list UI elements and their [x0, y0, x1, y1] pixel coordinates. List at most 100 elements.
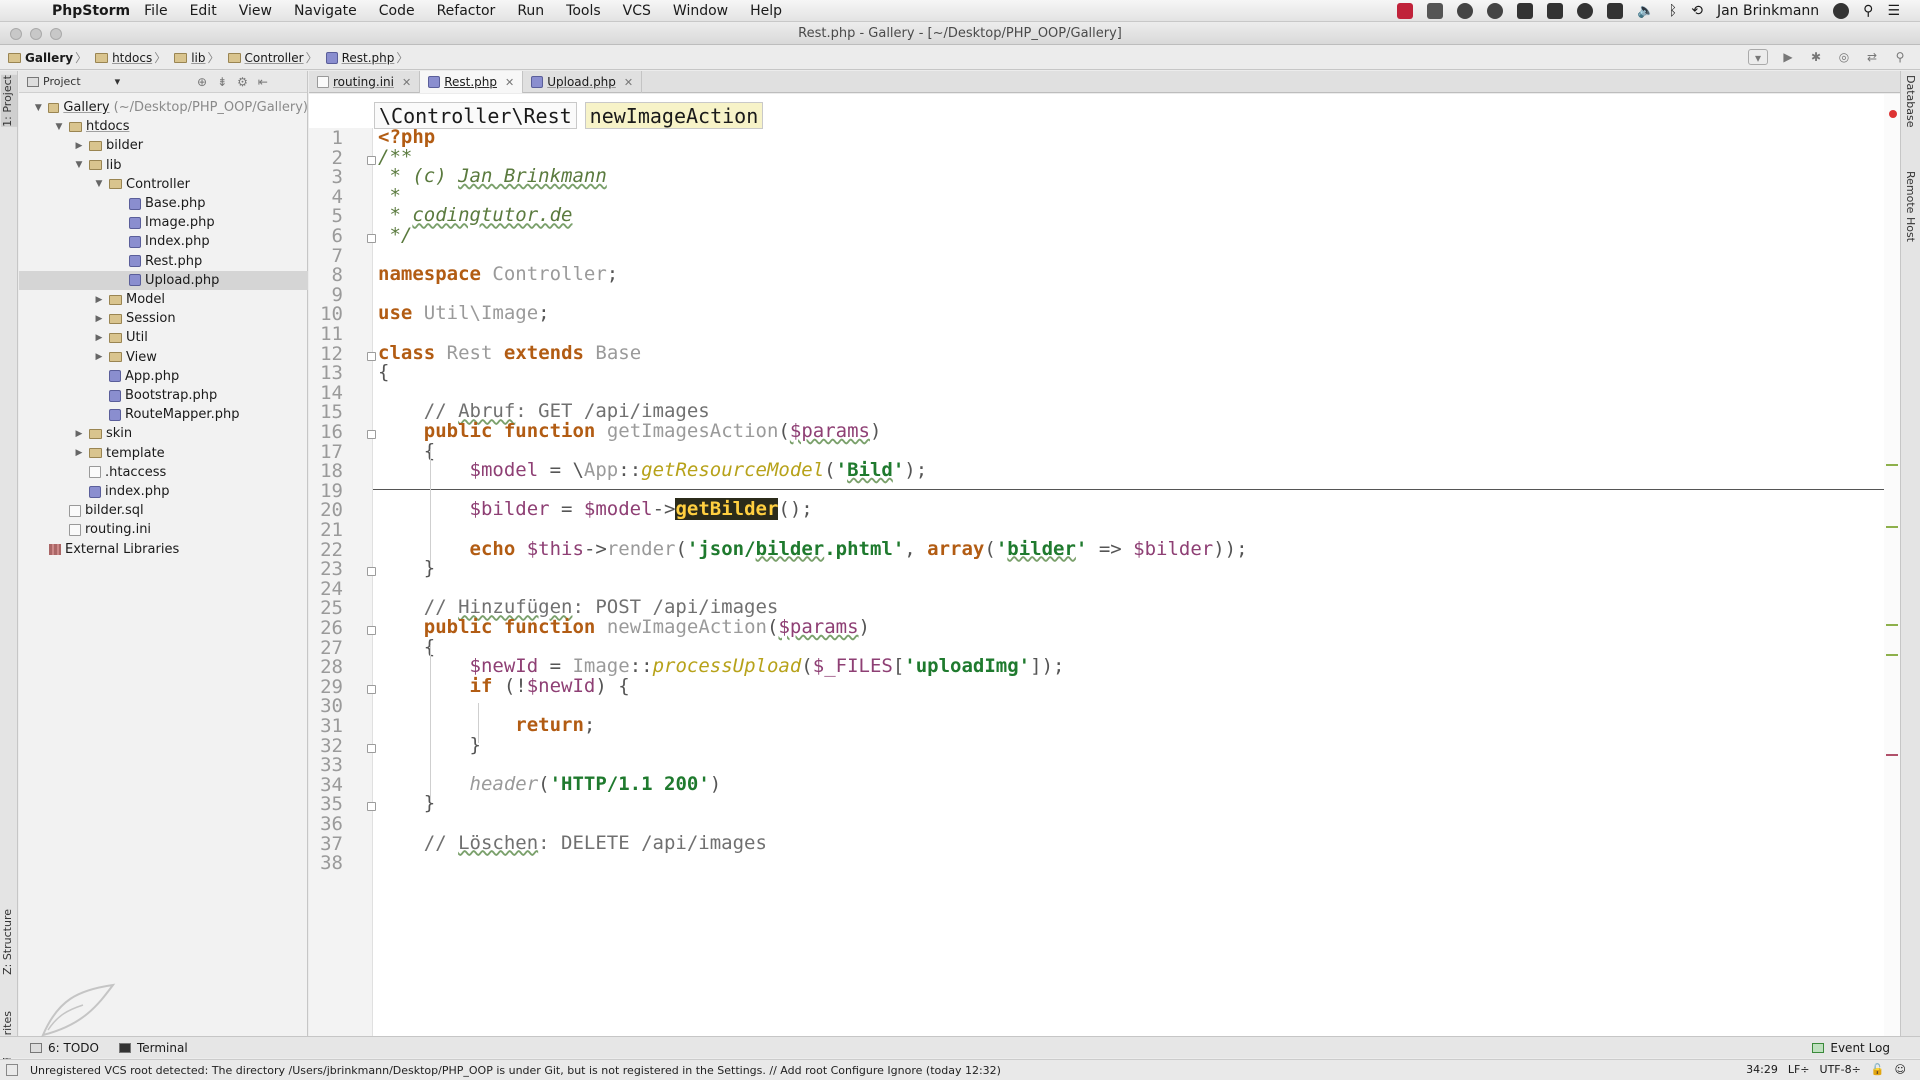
tree-node-controller[interactable]: ▼ Controller [19, 175, 308, 194]
collapsed-arrow-icon[interactable]: ▶ [73, 448, 85, 458]
breadcrumb-lib[interactable]: lib 〉 [174, 49, 223, 66]
tree-node-base-php[interactable]: Base.php [19, 194, 308, 213]
code-line[interactable]: $model = \App::getResourceModel('Bild'); [378, 458, 928, 482]
code-line[interactable]: public function newImageAction($params) [378, 615, 870, 639]
structure-tool-tab[interactable]: Z: Structure [1, 909, 17, 975]
search-everywhere-icon[interactable]: ⚲ [1892, 49, 1908, 65]
tree-node-routemapper-php[interactable]: RouteMapper.php [19, 405, 308, 424]
hector-icon[interactable]: ☺ [1895, 1063, 1906, 1076]
code-line[interactable]: } [378, 791, 435, 815]
file-encoding[interactable]: UTF-8÷ [1820, 1063, 1861, 1076]
tree-node-bootstrap-php[interactable]: Bootstrap.php [19, 386, 308, 405]
fold-marker-icon[interactable] [367, 626, 376, 635]
remote-host-tool-tab[interactable]: Remote Host [1904, 171, 1917, 242]
tree-node-htaccess[interactable]: .htaccess [19, 463, 308, 482]
tab-rest-php[interactable]: Rest.php ✕ [420, 71, 524, 93]
bluetooth-icon[interactable]: ᛒ [1669, 3, 1677, 19]
line-number-gutter[interactable]: 1 2 3 4 5 6 7 8 9 10 11 12 13 14 15 16 17 18 19 20 21 22 23 24 2… [309, 127, 376, 1036]
close-icon[interactable]: ✕ [505, 76, 514, 89]
menu-help[interactable]: Help [750, 3, 782, 19]
fold-marker-icon[interactable] [367, 567, 376, 577]
caret-position[interactable]: 34:29 [1746, 1063, 1778, 1076]
notification-center-icon[interactable]: ☰ [1887, 3, 1900, 19]
tree-node-routing-ini[interactable]: routing.ini [19, 520, 308, 539]
menu-view[interactable]: View [239, 3, 272, 19]
stripe-mark[interactable] [1886, 754, 1898, 756]
tool-windows-toggle-icon[interactable] [6, 1064, 18, 1076]
project-view-selector[interactable]: Project ▾ [27, 75, 127, 88]
error-stripe[interactable] [1884, 94, 1900, 1036]
scroll-from-source-icon[interactable]: ⊕ [197, 75, 207, 89]
tree-node-htdocs[interactable]: ▼ htdocs [19, 117, 308, 136]
info-icon[interactable] [1577, 3, 1594, 19]
database-tool-tab[interactable]: Database [1904, 75, 1917, 128]
code-line[interactable]: if (!$newId) { [378, 674, 630, 698]
hide-panel-icon[interactable]: ⇤ [258, 75, 268, 89]
vcs-icon[interactable]: ⇄ [1864, 49, 1880, 65]
collapsed-arrow-icon[interactable]: ▶ [73, 429, 85, 439]
menu-edit[interactable]: Edit [190, 3, 217, 19]
stripe-mark[interactable] [1886, 654, 1898, 656]
evernote-icon[interactable] [1517, 3, 1534, 19]
breadcrumb-controller[interactable]: Controller 〉 [227, 49, 322, 66]
collapsed-arrow-icon[interactable]: ▶ [93, 314, 105, 324]
menu-window[interactable]: Window [673, 3, 728, 19]
collapsed-arrow-icon[interactable]: ▶ [93, 333, 105, 343]
tree-node-lib[interactable]: ▼ lib [19, 156, 308, 175]
expanded-arrow-icon[interactable]: ▼ [53, 122, 65, 132]
tree-node-upload-php[interactable]: Upload.php [19, 270, 308, 290]
user-icon[interactable] [1833, 3, 1850, 19]
code-line[interactable]: echo $this->render('json/bilder.phtml', … [378, 537, 1248, 561]
menu-vcs[interactable]: VCS [623, 3, 651, 19]
close-icon[interactable]: ✕ [624, 76, 633, 89]
project-tool-tab[interactable]: 1: Project [1, 75, 17, 127]
menu-file[interactable]: File [144, 3, 167, 19]
tab-routing-ini[interactable]: routing.ini ✕ [309, 71, 421, 93]
run-config-dropdown[interactable]: ▾ [1748, 49, 1768, 65]
tree-node-skin[interactable]: ▶ skin [19, 424, 308, 443]
editor-breadcrumb-method[interactable]: newImageAction [584, 102, 764, 129]
menu-navigate[interactable]: Navigate [294, 3, 357, 19]
code-area[interactable]: <?php/** * (c) Jan Brinkmann * * codingt… [378, 126, 1778, 1036]
fold-marker-icon[interactable] [367, 430, 376, 439]
breadcrumb-gallery[interactable]: Gallery 〉 [8, 49, 91, 66]
code-line[interactable]: $bilder = $model->getBilder(); [378, 497, 813, 521]
dropbox-icon[interactable] [1427, 3, 1444, 19]
sync-icon[interactable] [1457, 3, 1474, 19]
terminal-tool-button[interactable]: Terminal [118, 1041, 188, 1055]
collapsed-arrow-icon[interactable]: ▶ [93, 295, 105, 305]
breadcrumb-htdocs[interactable]: htdocs 〉 [95, 49, 170, 66]
stripe-mark[interactable] [1886, 624, 1898, 626]
status-message[interactable]: Unregistered VCS root detected: The dire… [30, 1064, 1001, 1077]
breadcrumb-rest-php[interactable]: Rest.php 〉 [325, 49, 413, 66]
tree-node-external-libraries[interactable]: External Libraries [19, 540, 308, 559]
gear-icon[interactable]: ⚙ [237, 75, 248, 89]
fold-marker-icon[interactable] [367, 234, 376, 243]
volume-icon[interactable]: 🔈 [1637, 3, 1654, 19]
tree-node-index-php[interactable]: Index.php [19, 232, 308, 251]
expanded-arrow-icon[interactable]: ▼ [73, 160, 85, 170]
close-icon[interactable]: ✕ [402, 76, 411, 89]
expanded-arrow-icon[interactable]: ▼ [33, 103, 44, 113]
menu-tools[interactable]: Tools [566, 3, 601, 19]
code-line[interactable]: } [378, 556, 435, 580]
tree-node-view[interactable]: ▶ View [19, 348, 308, 367]
tree-node-index-php[interactable]: index.php [19, 482, 308, 501]
tree-node-bilder[interactable]: ▶ bilder [19, 136, 308, 155]
run-icon[interactable]: ▶ [1780, 49, 1796, 65]
tree-node-util[interactable]: ▶ Util [19, 328, 308, 347]
code-line[interactable]: */ [378, 223, 412, 247]
menu-refactor[interactable]: Refactor [437, 3, 496, 19]
code-line[interactable]: use Util\Image; [378, 301, 550, 325]
app-tray-icon[interactable] [1607, 3, 1624, 19]
line-separator[interactable]: LF÷ [1788, 1063, 1810, 1076]
tree-node-template[interactable]: ▶ template [19, 444, 308, 463]
tree-node-rest-php[interactable]: Rest.php [19, 252, 308, 271]
code-line[interactable]: namespace Controller; [378, 262, 618, 286]
error-indicator-icon[interactable] [1889, 110, 1897, 118]
fold-marker-icon[interactable] [367, 684, 376, 694]
code-line[interactable]: // Löschen: DELETE /api/images [378, 831, 767, 855]
collapsed-arrow-icon[interactable]: ▶ [93, 352, 105, 362]
tree-node-bilder-sql[interactable]: bilder.sql [19, 501, 308, 520]
collapse-all-icon[interactable]: ⇟ [217, 75, 227, 89]
